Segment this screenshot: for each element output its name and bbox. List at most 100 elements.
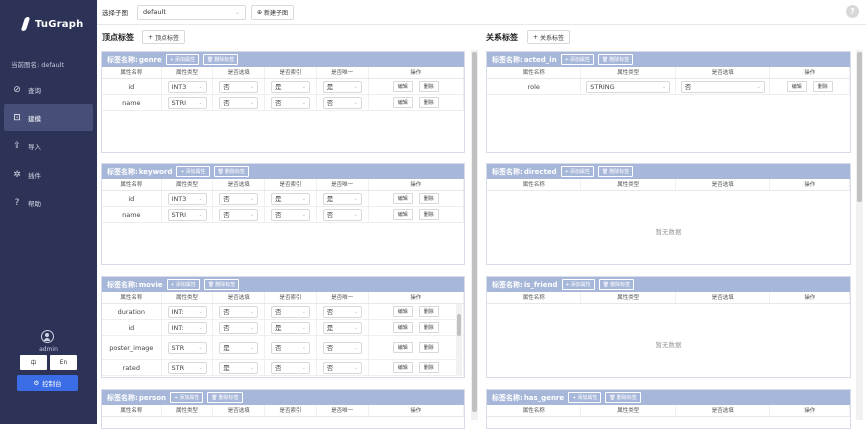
add-attribute-button[interactable]: + 添加属性 [568, 392, 602, 403]
lang-en-button[interactable]: En [50, 355, 77, 370]
add-attribute-button[interactable]: + 添加属性 [176, 166, 210, 177]
add-attribute-button[interactable]: + 添加属性 [561, 279, 595, 290]
chevron-down-icon: ⌄ [198, 344, 203, 351]
delete-label-button[interactable]: 🗑 删除标签 [207, 392, 243, 403]
attribute-name: id [102, 191, 162, 206]
unique-select[interactable]: 否 ⌄ [322, 96, 362, 109]
type-select[interactable]: STRING ⌄ [586, 80, 671, 93]
add-edge-label-button[interactable]: + 关系标签 [527, 30, 571, 44]
delete-label-button[interactable]: 🗑 删除标签 [598, 279, 635, 290]
index-select[interactable]: 否 ⌄ [270, 305, 310, 318]
index-select[interactable]: 否 ⌄ [270, 341, 310, 354]
unique-select[interactable]: 是 ⌄ [322, 192, 362, 205]
card-scrollbar[interactable] [456, 304, 462, 376]
index-select[interactable]: 否 ⌄ [270, 208, 310, 221]
unique-select[interactable]: 否 ⌄ [322, 305, 362, 318]
optional-select[interactable]: 否 ⌄ [680, 80, 765, 93]
add-attribute-button[interactable]: + 添加属性 [560, 54, 594, 65]
nav-item-help[interactable]: ? 帮助 [4, 189, 93, 216]
type-select[interactable]: INT3 ⌄ [167, 80, 207, 93]
type-select[interactable]: STR ⌄ [167, 341, 207, 354]
table-row: id INT3 ⌄ 否 ⌄ 是 ⌄ 是 ⌄ 编辑 删除 [102, 191, 464, 207]
optional-select[interactable]: 否 ⌄ [219, 80, 259, 93]
vertex-scrollbar[interactable] [471, 50, 478, 420]
avatar-icon[interactable] [41, 330, 54, 343]
edit-button[interactable]: 编辑 [392, 97, 413, 108]
delete-button[interactable]: 删除 [418, 81, 439, 92]
nav-item-schema[interactable]: ⊡ 建模 [4, 104, 93, 131]
add-vertex-label-button[interactable]: + 顶点标签 [142, 30, 186, 44]
edge-scrollbar-thumb[interactable] [857, 52, 862, 202]
delete-label-button[interactable]: 🗑 删除标签 [597, 54, 634, 65]
cell: 否 ⌄ [213, 320, 266, 335]
unique-select[interactable]: 否 ⌄ [322, 208, 362, 221]
index-select[interactable]: 是 ⌄ [270, 321, 310, 334]
plus-icon: + [533, 33, 539, 41]
cell: 否 ⌄ [213, 191, 266, 206]
unique-select[interactable]: 否 ⌄ [322, 341, 362, 354]
delete-label-button[interactable]: 🗑 删除标签 [605, 392, 641, 403]
optional-select[interactable]: 是 ⌄ [219, 341, 259, 354]
select-value: 是 [326, 194, 334, 203]
delete-button[interactable]: 删除 [418, 322, 439, 333]
edit-button[interactable]: 编辑 [392, 342, 413, 353]
type-select[interactable]: INT: ⌄ [167, 305, 207, 318]
nav-item-plugin[interactable]: ✲ 插件 [4, 161, 93, 188]
optional-select[interactable]: 否 ⌄ [219, 321, 259, 334]
new-subgraph-button[interactable]: ⊕ 新建子图 [251, 4, 295, 20]
add-attribute-button[interactable]: + 添加属性 [169, 392, 204, 403]
delete-label-button[interactable]: 🗑 删除标签 [597, 166, 634, 177]
index-select[interactable]: 否 ⌄ [270, 361, 310, 374]
console-button[interactable]: ⚙ 控制台 [17, 375, 78, 391]
subgraph-select[interactable]: default ⌄ [137, 4, 246, 20]
delete-button[interactable]: 删除 [418, 342, 439, 353]
delete-button[interactable]: 删除 [812, 81, 833, 92]
card-scrollbar-thumb[interactable] [457, 314, 461, 336]
delete-button[interactable]: 删除 [418, 193, 439, 204]
delete-button[interactable]: 删除 [418, 209, 439, 220]
delete-button[interactable]: 删除 [418, 362, 439, 373]
tugraph-logo[interactable]: TuGraph [20, 17, 83, 31]
nav-item-query[interactable]: ⊘ 查询 [4, 76, 93, 103]
optional-select[interactable]: 是 ⌄ [219, 361, 259, 374]
edit-button[interactable]: 编辑 [392, 362, 413, 373]
index-select[interactable]: 是 ⌄ [270, 192, 310, 205]
vertex-scrollbar-thumb[interactable] [472, 52, 477, 412]
optional-select[interactable]: 否 ⌄ [219, 96, 259, 109]
add-attribute-button[interactable]: + 添加属性 [165, 54, 199, 65]
help-circle-icon[interactable]: ? [846, 5, 859, 18]
nav-item-import[interactable]: ⇪ 导入 [4, 132, 93, 159]
edit-button[interactable]: 编辑 [392, 193, 413, 204]
lang-zh-button[interactable]: 中 [20, 355, 47, 370]
type-select[interactable]: STRI ⌄ [167, 96, 207, 109]
delete-label-button[interactable]: 🗑 删除标签 [202, 54, 239, 65]
delete-label-button[interactable]: 🗑 删除标签 [203, 279, 240, 290]
optional-select[interactable]: 否 ⌄ [219, 305, 259, 318]
type-select[interactable]: INT: ⌄ [167, 321, 207, 334]
optional-select[interactable]: 否 ⌄ [219, 192, 259, 205]
unique-select[interactable]: 否 ⌄ [322, 361, 362, 374]
edge-scrollbar[interactable] [856, 50, 863, 420]
attribute-table: 属性名称 属性类型 是否选填 是否索引 是否唯一 操作 id INT3 ⌄ 否 ⌄ 是 ⌄ 是 ⌄ 编辑 删除 n… [102, 179, 464, 223]
type-select[interactable]: INT3 ⌄ [167, 192, 207, 205]
plus-icon: + [565, 281, 570, 288]
delete-button[interactable]: 删除 [418, 97, 439, 108]
add-attribute-button[interactable]: + 添加属性 [166, 279, 200, 290]
edit-button[interactable]: 编辑 [392, 306, 413, 317]
index-select[interactable]: 是 ⌄ [270, 80, 310, 93]
column-header: 属性类型 [162, 405, 214, 416]
optional-select[interactable]: 否 ⌄ [219, 208, 259, 221]
unique-select[interactable]: 是 ⌄ [322, 80, 362, 93]
edit-button[interactable]: 编辑 [786, 81, 807, 92]
unique-select[interactable]: 是 ⌄ [322, 321, 362, 334]
delete-label-button[interactable]: 🗑 删除标签 [213, 166, 249, 177]
index-select[interactable]: 否 ⌄ [270, 96, 310, 109]
add-attribute-button[interactable]: + 添加属性 [560, 166, 594, 177]
delete-button[interactable]: 删除 [418, 306, 439, 317]
edit-button[interactable]: 编辑 [392, 209, 413, 220]
delete-label-text: 删除标签 [616, 395, 637, 401]
type-select[interactable]: STRI ⌄ [167, 208, 207, 221]
edit-button[interactable]: 编辑 [392, 322, 413, 333]
type-select[interactable]: STR ⌄ [167, 361, 207, 374]
edit-button[interactable]: 编辑 [392, 81, 413, 92]
